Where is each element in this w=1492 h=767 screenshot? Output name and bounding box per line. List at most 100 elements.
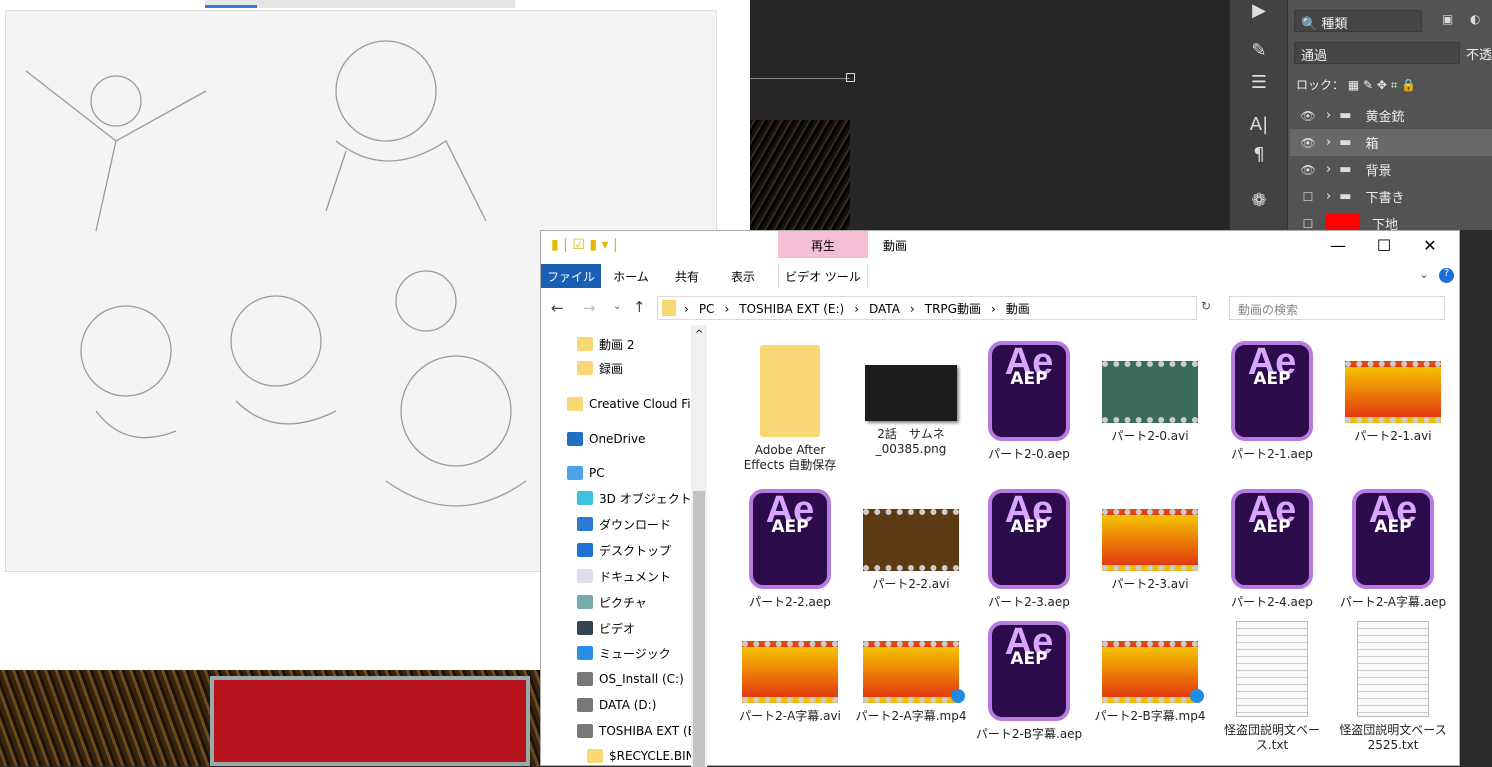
tab-share[interactable]: 共有 [663, 264, 711, 288]
character-icon[interactable]: A| [1242, 114, 1276, 140]
file-item[interactable]: パート2-1.avi [1337, 341, 1449, 444]
close-button[interactable]: ✕ [1407, 231, 1453, 261]
file-item[interactable]: Ae AEP パート2-A字幕.aep [1337, 489, 1449, 610]
maximize-button[interactable]: ☐ [1361, 231, 1407, 261]
file-item[interactable]: 2話 サムネ_00385.png [855, 341, 967, 457]
nav-item[interactable]: 3D オブジェクト [577, 487, 691, 509]
nav-item[interactable]: Creative Cloud Files [567, 393, 691, 415]
help-icon[interactable]: ? [1439, 268, 1454, 283]
quick-access-toolbar[interactable]: ▮ | ☑ ▮ ▾ | [551, 237, 618, 253]
nav-item[interactable]: 動画 2 [577, 333, 691, 355]
nav-item[interactable]: $RECYCLE.BIN [587, 745, 691, 767]
refresh-button[interactable]: ↻ [1201, 299, 1211, 313]
nav-item[interactable]: ビデオ [577, 617, 691, 639]
file-item[interactable]: Ae AEP パート2-1.aep [1216, 341, 1328, 462]
breadcrumb-separator[interactable]: › [684, 302, 689, 316]
channels-icon[interactable]: ❁ [1242, 190, 1276, 216]
hidden-eye-icon[interactable]: ☐ [1290, 190, 1326, 204]
nav-scrollbar-thumb[interactable] [693, 491, 705, 767]
chevron-right-icon[interactable]: › [1326, 162, 1331, 177]
file-item[interactable]: パート2-3.avi [1094, 489, 1206, 592]
file-name: パート2-B字幕.aep [975, 727, 1083, 741]
breadcrumb-item[interactable]: TRPG動画 [925, 302, 981, 316]
chevron-right-icon[interactable]: › [1326, 189, 1331, 204]
nav-item[interactable]: ピクチャ [577, 591, 691, 613]
blend-mode-dropdown[interactable]: 通過 [1294, 42, 1460, 64]
minimize-button[interactable]: — [1315, 231, 1361, 261]
layer-filter-dropdown[interactable]: 🔍 種類 [1294, 10, 1422, 32]
nav-item[interactable]: OneDrive [567, 428, 691, 450]
transform-handle[interactable] [846, 73, 855, 82]
file-item[interactable]: 怪盗団説明文ベース2525.txt [1337, 621, 1449, 753]
adjustment-filter-icon[interactable]: ◐ [1470, 12, 1480, 26]
video-thumbnail-icon [742, 641, 838, 703]
file-item[interactable]: パート2-A字幕.avi [734, 621, 846, 724]
nav-item-label: ミュージック [599, 646, 671, 661]
layer-name: 黄金銃 [1365, 110, 1405, 125]
tab-home[interactable]: ホーム [607, 264, 655, 288]
brush-presets-icon[interactable]: ☰ [1242, 72, 1276, 98]
file-item[interactable]: Ae AEP パート2-3.aep [973, 489, 1085, 610]
nav-item[interactable]: TOSHIBA EXT (E:) [577, 720, 691, 742]
breadcrumb-item[interactable]: TOSHIBA EXT (E:) [739, 302, 844, 316]
folder-icon [577, 337, 593, 351]
file-item[interactable]: Ae AEP パート2-4.aep [1216, 489, 1328, 610]
breadcrumb-item[interactable]: DATA [869, 302, 900, 316]
nav-item[interactable]: PC [567, 462, 691, 484]
forward-button[interactable]: → [583, 299, 596, 317]
file-item[interactable]: Adobe After Effects 自動保存 [734, 341, 846, 473]
nav-item[interactable]: OS_Install (C:) [577, 668, 691, 690]
image-filter-icon[interactable]: ▣ [1442, 12, 1453, 26]
play-icon[interactable]: ▶ [1242, 0, 1276, 26]
layer-name: 箱 [1365, 137, 1379, 152]
file-item[interactable]: パート2-A字幕.mp4 [855, 621, 967, 724]
brush-settings-icon[interactable]: ✎ [1242, 40, 1276, 66]
layer-row[interactable]: 👁 › ▬ 黄金銃 [1290, 102, 1492, 129]
file-item[interactable]: Ae AEP パート2-B字幕.aep [973, 621, 1085, 742]
file-item[interactable]: 怪盗団説明文ベース.txt [1216, 621, 1328, 753]
back-button[interactable]: ← [551, 299, 564, 317]
hidden-eye-icon[interactable]: ☐ [1290, 217, 1326, 231]
paragraph-icon[interactable]: ¶ [1242, 144, 1276, 170]
breadcrumb-separator[interactable]: › [991, 302, 996, 316]
file-item[interactable]: パート2-B字幕.mp4 [1094, 621, 1206, 724]
lock-icons[interactable]: ▦ ✎ ✥ ⌗ 🔒 [1348, 78, 1416, 92]
search-input[interactable]: 動画の検索 [1229, 296, 1445, 320]
sketch-tabs[interactable] [205, 0, 515, 8]
recent-locations-button[interactable]: ⌄ [613, 301, 621, 312]
eye-icon[interactable]: 👁 [1290, 109, 1326, 123]
file-item[interactable]: Ae AEP パート2-2.aep [734, 489, 846, 610]
expand-ribbon-icon[interactable]: ⌄ [1419, 267, 1429, 281]
nav-item[interactable]: DATA (D:) [577, 694, 691, 716]
chevron-right-icon[interactable]: › [1326, 108, 1331, 123]
breadcrumb-separator[interactable]: › [854, 302, 859, 316]
nav-item[interactable]: デスクトップ [577, 539, 691, 561]
nav-item[interactable]: ミュージック [577, 642, 691, 664]
eye-icon[interactable]: 👁 [1290, 136, 1326, 150]
file-item[interactable]: パート2-2.avi [855, 489, 967, 592]
nav-item[interactable]: ダウンロード [577, 513, 691, 535]
eye-icon[interactable]: 👁 [1290, 163, 1326, 177]
tab-view[interactable]: 表示 [719, 264, 767, 288]
layer-row[interactable]: ☐ › ▬ 下書き [1290, 183, 1492, 210]
file-item[interactable]: パート2-0.avi [1094, 341, 1206, 444]
breadcrumb-item[interactable]: PC [699, 302, 715, 316]
breadcrumb-item[interactable]: 動画 [1006, 302, 1030, 316]
address-bar[interactable]: › PC › TOSHIBA EXT (E:) › DATA › TRPG動画 › 動画 [657, 296, 1197, 320]
context-tab-play[interactable]: 再生 [778, 231, 868, 258]
file-item[interactable]: Ae AEP パート2-0.aep [973, 341, 1085, 462]
layer-row[interactable]: 👁 › ▬ 背景 [1290, 156, 1492, 183]
up-button[interactable]: ↑ [633, 298, 646, 316]
tab-file[interactable]: ファイル [541, 264, 601, 288]
nav-item[interactable]: ドキュメント [577, 565, 691, 587]
nav-item[interactable]: 録画 [577, 357, 691, 379]
breadcrumb-separator[interactable]: › [724, 302, 729, 316]
layer-row[interactable]: 👁 › ▬ 箱 [1290, 129, 1492, 156]
chevron-right-icon[interactable]: › [1326, 135, 1331, 150]
video-thumbnail-icon [1102, 641, 1204, 703]
nav-item-label: $RECYCLE.BIN [609, 749, 691, 763]
file-name: パート2-2.aep [749, 595, 831, 609]
scroll-up-icon[interactable]: ^ [695, 329, 703, 340]
tab-video-tools[interactable]: ビデオ ツール [778, 264, 868, 288]
breadcrumb-separator[interactable]: › [910, 302, 915, 316]
